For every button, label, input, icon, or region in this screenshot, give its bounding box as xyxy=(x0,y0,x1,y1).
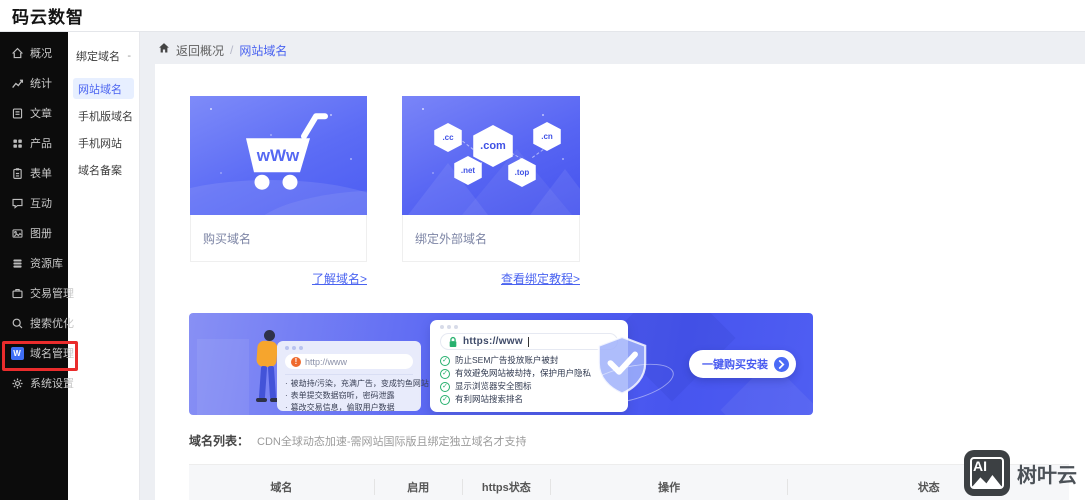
primary-sidebar: 概况 统计 文章 产品 表单 互动 图册 资源库 xyxy=(0,32,68,500)
check-icon xyxy=(440,382,450,392)
sidebar-item-trade[interactable]: 交易管理 xyxy=(0,278,68,308)
lock-icon xyxy=(448,336,458,348)
stars-decor xyxy=(210,108,212,110)
app-window: 码云数智 概况 统计 文章 产品 表单 互动 图册 xyxy=(0,0,1085,500)
cube-decor xyxy=(197,339,249,415)
window-dots xyxy=(285,346,413,350)
bind-tutorial-link[interactable]: 查看绑定教程> xyxy=(402,270,580,287)
secondary-sidebar: 绑定域名 - 网站域名 手机版域名 手机网站 域名备案 xyxy=(68,32,140,500)
check-icon xyxy=(440,395,450,405)
http-browser-card: ! http://www 被劫持/污染，充满广告，变成钓鱼网站 表单提交数据窃听… xyxy=(277,341,421,411)
subsidebar-item-website-domain[interactable]: 网站域名 xyxy=(73,78,134,99)
column-domain: 域名 xyxy=(189,479,374,495)
watermark-brand: 树叶云 xyxy=(1017,459,1077,488)
subsidebar-item-mobile-domain[interactable]: 手机版域名 xyxy=(73,105,134,126)
subsidebar-item-icp[interactable]: 域名备案 xyxy=(73,159,134,180)
resources-icon xyxy=(10,256,24,270)
products-grid-icon xyxy=(10,136,24,150)
buy-domain-card[interactable]: wWw 购买域名 xyxy=(190,96,367,262)
sidebar-item-settings[interactable]: 系统设置 xyxy=(0,368,68,398)
domain-list-header: 域名列表： CDN全球动态加速-需网站国际版且绑定独立域名才支持 xyxy=(189,432,527,449)
app-logo: 码云数智 xyxy=(12,3,84,28)
search-icon xyxy=(10,316,24,330)
sidebar-item-products[interactable]: 产品 xyxy=(0,128,68,158)
home-icon xyxy=(10,46,24,60)
one-click-buy-button[interactable]: 一键购买安装 xyxy=(689,350,796,378)
breadcrumb-current: 网站域名 xyxy=(239,42,287,59)
breadcrumb-back-link[interactable]: 返回概况 xyxy=(176,42,224,59)
briefcase-icon xyxy=(10,286,24,300)
tld-cn-badge: .cn xyxy=(531,122,563,151)
column-enabled: 启用 xyxy=(374,479,462,495)
buy-domain-label: 购买域名 xyxy=(190,215,367,262)
form-icon xyxy=(10,166,24,180)
bind-domain-illustration: .cc .com .cn .net .top xyxy=(402,96,580,215)
check-icon xyxy=(440,356,450,366)
cart-www-icon: wWw xyxy=(224,110,334,198)
sidebar-item-interaction[interactable]: 互动 xyxy=(0,188,68,218)
http-url-bar: ! http://www xyxy=(285,354,413,369)
breadcrumb-separator: / xyxy=(230,43,233,57)
sidebar-item-domains[interactable]: W 域名管理 xyxy=(0,338,68,368)
sidebar-item-forms[interactable]: 表单 xyxy=(0,158,68,188)
subsidebar-group[interactable]: 绑定域名 - xyxy=(68,32,139,72)
sidebar-item-overview[interactable]: 概况 xyxy=(0,38,68,68)
collapse-icon[interactable]: - xyxy=(127,50,131,62)
stars-decor xyxy=(422,108,424,110)
window-dots xyxy=(440,325,618,329)
sidebar-item-stats[interactable]: 统计 xyxy=(0,68,68,98)
watermark: AI 树叶云 xyxy=(964,450,1077,496)
buy-domain-illustration: wWw xyxy=(190,96,367,215)
arrow-circle-icon xyxy=(774,357,789,372)
column-actions: 操作 xyxy=(550,479,788,495)
bind-domain-label: 绑定外部域名 xyxy=(402,215,580,262)
check-icon xyxy=(440,369,450,379)
sidebar-item-gallery[interactable]: 图册 xyxy=(0,218,68,248)
content-panel: wWw 购买域名 .cc .com .cn xyxy=(155,64,1085,500)
chat-bubble-icon xyxy=(10,196,24,210)
svg-text:wWw: wWw xyxy=(255,146,299,165)
learn-domain-link[interactable]: 了解域名> xyxy=(190,270,367,287)
gear-icon xyxy=(10,376,24,390)
https-url-bar: https://www xyxy=(440,333,618,350)
domain-table-header: 域名 启用 https状态 操作 状态 xyxy=(189,464,1069,500)
stats-icon xyxy=(10,76,24,90)
shield-icon xyxy=(593,333,673,405)
bind-domain-card[interactable]: .cc .com .cn .net .top 绑定外部域名 xyxy=(402,96,580,262)
tld-cc-badge: .cc xyxy=(432,123,464,152)
breadcrumb: 返回概况 / 网站域名 xyxy=(158,40,287,60)
subsidebar-item-mobile-site[interactable]: 手机网站 xyxy=(73,132,134,153)
home-icon xyxy=(158,41,170,59)
gallery-icon xyxy=(10,226,24,240)
article-icon xyxy=(10,106,24,120)
text-cursor xyxy=(528,337,529,347)
http-risk-list: 被劫持/污染，充满广告，变成钓鱼网站 表单提交数据窃听，密码泄露 篡改交易信息，… xyxy=(285,374,413,414)
ai-image-logo-icon: AI xyxy=(964,450,1010,496)
https-promo-banner: ! http://www 被劫持/污染，充满广告，变成钓鱼网站 表单提交数据窃听… xyxy=(189,313,813,415)
column-https-status: https状态 xyxy=(462,479,550,495)
sidebar-item-articles[interactable]: 文章 xyxy=(0,98,68,128)
main-area: 返回概况 / 网站域名 wWw 购 xyxy=(140,32,1085,500)
sidebar-item-seo[interactable]: 搜索优化 xyxy=(0,308,68,338)
top-bar: 码云数智 xyxy=(0,0,1085,32)
warning-icon: ! xyxy=(291,357,301,367)
domain-w-icon: W xyxy=(10,346,24,360)
sidebar-item-resources[interactable]: 资源库 xyxy=(0,248,68,278)
